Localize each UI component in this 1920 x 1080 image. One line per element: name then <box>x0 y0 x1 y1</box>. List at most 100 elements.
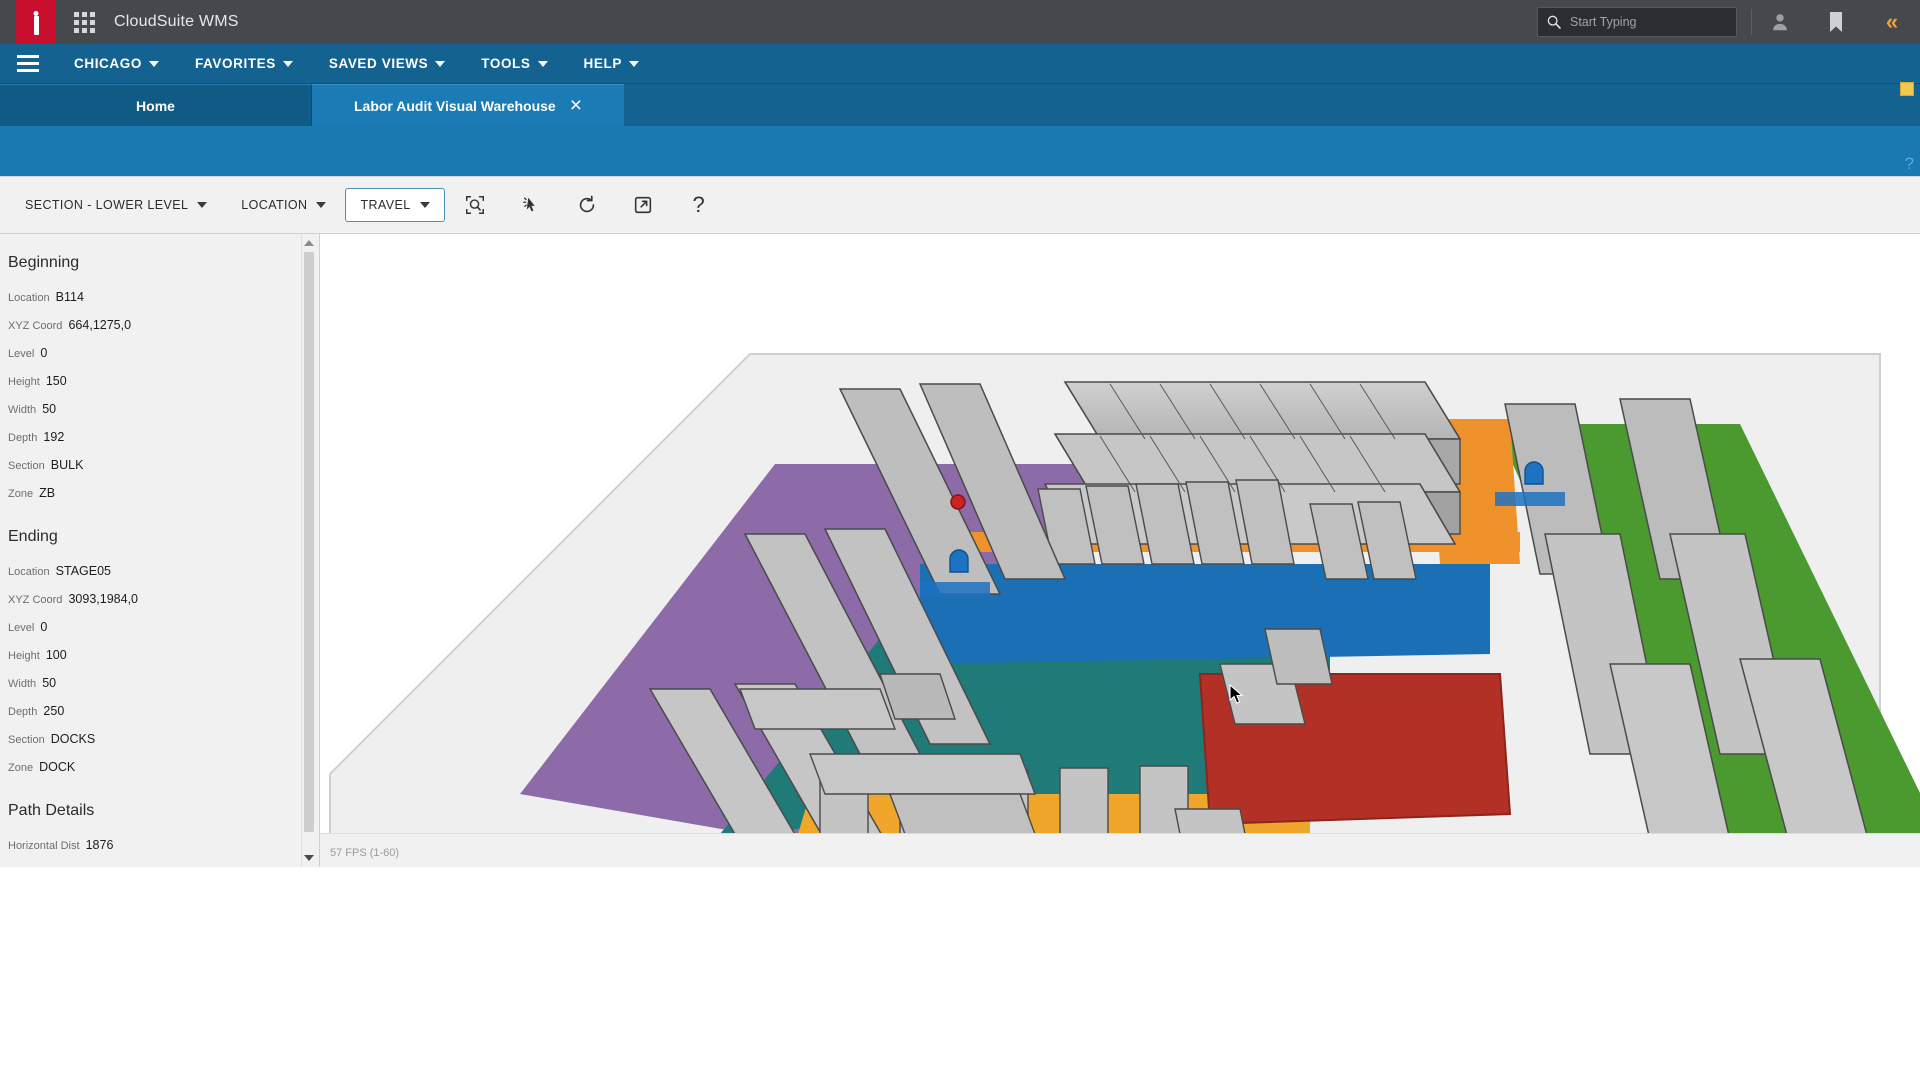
nav-label: FAVORITES <box>194 56 276 71</box>
field-value: 100 <box>45 648 67 662</box>
warehouse-3d-scene[interactable] <box>320 234 1920 867</box>
field-beginning-location: Location B114 <box>8 290 319 304</box>
marker-waypoint-1 <box>949 549 969 573</box>
chevron-down-icon <box>316 202 327 208</box>
scroll-down-icon[interactable] <box>302 851 316 865</box>
scrollbar-thumb[interactable] <box>304 252 314 832</box>
scroll-up-icon[interactable] <box>302 236 316 250</box>
close-icon[interactable]: × <box>570 95 582 116</box>
sidebar-scrollbar[interactable] <box>301 234 315 867</box>
chevron-down-icon <box>537 60 548 67</box>
zoom-to-fit-button[interactable] <box>449 183 501 227</box>
chevron-down-icon <box>628 60 639 67</box>
field-beginning-level: Level 0 <box>8 346 319 360</box>
nav-label: CHICAGO <box>74 56 142 71</box>
field-value: 664,1275,0 <box>68 318 132 332</box>
tab-bar-filler <box>624 84 1920 126</box>
field-value: ZB <box>39 486 56 500</box>
app-grid-icon[interactable] <box>74 11 96 33</box>
search-icon <box>1547 15 1561 29</box>
field-value: 1876 <box>85 838 114 852</box>
search-input[interactable] <box>1570 15 1728 29</box>
field-ending-section: Section DOCKS <box>8 732 319 746</box>
warehouse-3d-viewport[interactable]: 57 FPS (1-60) <box>320 234 1920 867</box>
contextual-help-icon[interactable]: ? <box>1905 154 1914 174</box>
nav-item-chicago[interactable]: CHICAGO <box>56 44 177 84</box>
field-ending-level: Level 0 <box>8 620 319 634</box>
field-beginning-section: Section BULK <box>8 458 319 472</box>
note-indicator-icon[interactable] <box>1900 82 1914 96</box>
refresh-button[interactable] <box>561 183 613 227</box>
ending-section-title: Ending <box>8 528 58 545</box>
tab-bar: Home Labor Audit Visual Warehouse × <box>0 84 1920 126</box>
travel-dropdown[interactable]: TRAVEL <box>345 188 445 222</box>
field-value: BULK <box>50 458 84 472</box>
tab-home-label: Home <box>136 97 175 114</box>
tab-home[interactable]: Home <box>0 84 312 126</box>
header-actions: « <box>1537 0 1920 44</box>
user-icon[interactable] <box>1752 0 1808 44</box>
field-key: Height <box>8 650 40 662</box>
field-key: Level <box>8 348 35 360</box>
field-key: Height <box>8 376 40 388</box>
nav-item-help[interactable]: HELP <box>566 44 657 84</box>
field-ending-zone: Zone DOCK <box>8 760 319 774</box>
marker-base-1 <box>920 582 990 596</box>
nav-item-tools[interactable]: TOOLS <box>463 44 565 84</box>
field-value: 150 <box>45 374 67 388</box>
field-key: Level <box>8 622 35 634</box>
beginning-section-title: Beginning <box>8 254 80 271</box>
field-value: DOCKS <box>50 732 96 746</box>
nav-label: SAVED VIEWS <box>328 56 429 71</box>
nav-item-saved-views[interactable]: SAVED VIEWS <box>311 44 463 84</box>
field-key: Zone <box>8 762 34 774</box>
hamburger-menu-icon[interactable] <box>0 55 56 72</box>
app-title: CloudSuite WMS <box>114 13 239 30</box>
chevron-down-icon <box>435 60 446 67</box>
field-ending-width: Width 50 <box>8 676 319 690</box>
main-navigation-bar: CHICAGO FAVORITES SAVED VIEWS TOOLS HELP <box>0 44 1920 84</box>
page-sub-header: ? <box>0 82 1920 176</box>
bookmark-icon[interactable] <box>1808 0 1864 44</box>
field-value: B114 <box>55 290 84 304</box>
field-value: 192 <box>43 430 65 444</box>
field-ending-depth: Depth 250 <box>8 704 319 718</box>
tab-labor-audit-visual-warehouse[interactable]: Labor Audit Visual Warehouse × <box>312 84 624 126</box>
field-start-z: Start Z 0 <box>8 866 319 867</box>
field-value: STAGE05 <box>55 564 112 578</box>
collapse-panel-button[interactable]: « <box>1864 0 1920 44</box>
help-button[interactable]: ? <box>673 183 725 227</box>
refresh-icon <box>579 195 594 213</box>
marker-end-stage05 <box>1524 461 1544 485</box>
field-beginning-height: Height 150 <box>8 374 319 388</box>
field-value: 250 <box>43 704 65 718</box>
section-dropdown[interactable]: SECTION - LOWER LEVEL <box>10 188 222 222</box>
travel-details-sidebar: Beginning Location B114 XYZ Coord 664,12… <box>0 234 320 867</box>
double-chevron-left-icon: « <box>1885 9 1899 34</box>
field-key: Location <box>8 292 50 304</box>
field-beginning-zone: Zone ZB <box>8 486 319 500</box>
field-horizontal-dist: Horizontal Dist 1876 <box>8 838 319 852</box>
infor-logo-icon[interactable] <box>16 0 56 44</box>
field-ending-xyz: XYZ Coord 3093,1984,0 <box>8 592 319 606</box>
select-tool-button[interactable] <box>505 183 557 227</box>
field-key: Section <box>8 734 45 746</box>
location-dropdown-label: LOCATION <box>241 198 308 212</box>
marker-base-2 <box>1495 492 1565 506</box>
field-beginning-depth: Depth 192 <box>8 430 319 444</box>
popout-button[interactable] <box>617 183 669 227</box>
field-value: 0 <box>40 620 48 634</box>
user-glyph <box>1773 14 1787 31</box>
field-beginning-xyz: XYZ Coord 664,1275,0 <box>8 318 319 332</box>
field-value: DOCK <box>39 760 76 774</box>
field-value: 3093,1984,0 <box>68 592 138 606</box>
field-key: Depth <box>8 706 38 718</box>
global-search-box[interactable] <box>1537 7 1737 37</box>
location-dropdown[interactable]: LOCATION <box>226 188 341 222</box>
nav-item-favorites[interactable]: FAVORITES <box>177 44 311 84</box>
chevron-down-icon <box>197 202 208 208</box>
bookmark-glyph <box>1830 12 1842 32</box>
section-dropdown-label: SECTION - LOWER LEVEL <box>25 198 189 212</box>
travel-dropdown-label: TRAVEL <box>360 198 411 212</box>
marker-start-b114 <box>950 494 966 510</box>
